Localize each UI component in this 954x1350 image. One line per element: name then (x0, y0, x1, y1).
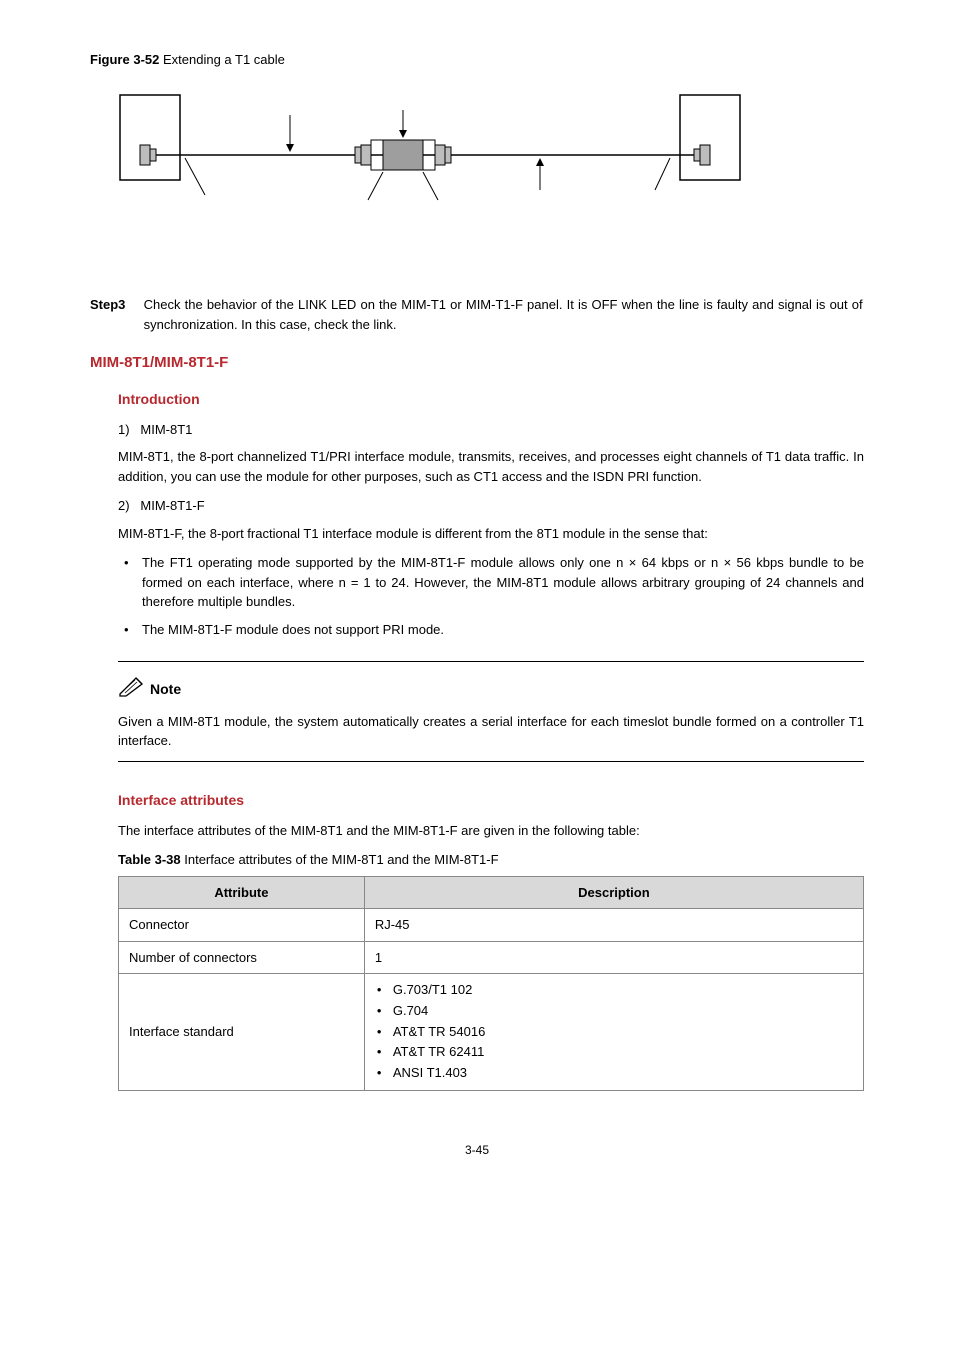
intro-bullet-list: The FT1 operating mode supported by the … (118, 553, 864, 639)
attributes-table: Attribute Description Connector RJ-45 Nu… (118, 876, 864, 1091)
figure-caption-text: Extending a T1 cable (163, 52, 285, 67)
table-caption: Table 3-38 Interface attributes of the M… (118, 850, 864, 870)
table-row: Number of connectors 1 (119, 941, 864, 974)
step-text: Check the behavior of the LINK LED on th… (144, 295, 863, 334)
figure-diagram (110, 90, 864, 236)
note-icon (118, 676, 144, 704)
table-caption-label: Table 3-38 (118, 852, 181, 867)
table-row: Interface standard G.703/T1 102 G.704 AT… (119, 974, 864, 1091)
note-top-rule (118, 661, 864, 662)
cell-standard-attr: Interface standard (119, 974, 365, 1091)
note-bottom-rule (118, 761, 864, 762)
intro-item-2-num: 2) (118, 498, 130, 513)
intro-item-1-num: 1) (118, 422, 130, 437)
standard-item: AT&T TR 54016 (375, 1022, 853, 1043)
cell-connector-attr: Connector (119, 909, 365, 942)
introduction-heading: Introduction (118, 389, 864, 410)
attributes-intro: The interface attributes of the MIM-8T1 … (118, 821, 864, 841)
step-label: Step3 (90, 295, 140, 315)
figure-label: Figure 3-52 (90, 52, 159, 67)
standard-item: ANSI T1.403 (375, 1063, 853, 1084)
intro-item-1: 1) MIM-8T1 (118, 420, 864, 440)
attributes-heading: Interface attributes (118, 790, 864, 811)
intro-item-2-label: MIM-8T1-F (140, 498, 204, 513)
standard-item: G.704 (375, 1001, 853, 1022)
figure-caption: Figure 3-52 Extending a T1 cable (90, 50, 864, 70)
page-number: 3-45 (90, 1141, 864, 1159)
intro-bullet-2: The MIM-8T1-F module does not support PR… (118, 620, 864, 640)
table-header-row: Attribute Description (119, 876, 864, 909)
intro-item-2-para: MIM-8T1-F, the 8-port fractional T1 inte… (118, 524, 864, 544)
intro-item-1-para: MIM-8T1, the 8-port channelized T1/PRI i… (118, 447, 864, 486)
note-text: Given a MIM-8T1 module, the system autom… (118, 712, 864, 751)
note-header: Note (118, 676, 864, 704)
header-attribute: Attribute (119, 876, 365, 909)
header-description: Description (364, 876, 863, 909)
table-caption-text: Interface attributes of the MIM-8T1 and … (184, 852, 498, 867)
cell-connector-desc: RJ-45 (364, 909, 863, 942)
intro-item-1-label: MIM-8T1 (140, 422, 192, 437)
standard-item: AT&T TR 62411 (375, 1042, 853, 1063)
cell-numconn-desc: 1 (364, 941, 863, 974)
section-title: MIM-8T1/MIM-8T1-F (90, 352, 864, 375)
intro-item-2: 2) MIM-8T1-F (118, 496, 864, 516)
intro-bullet-1: The FT1 operating mode supported by the … (118, 553, 864, 612)
note-label: Note (150, 679, 181, 700)
cell-standard-desc: G.703/T1 102 G.704 AT&T TR 54016 AT&T TR… (364, 974, 863, 1091)
standard-item: G.703/T1 102 (375, 980, 853, 1001)
table-row: Connector RJ-45 (119, 909, 864, 942)
step-block: Step3 Check the behavior of the LINK LED… (90, 295, 864, 334)
cell-numconn-attr: Number of connectors (119, 941, 365, 974)
